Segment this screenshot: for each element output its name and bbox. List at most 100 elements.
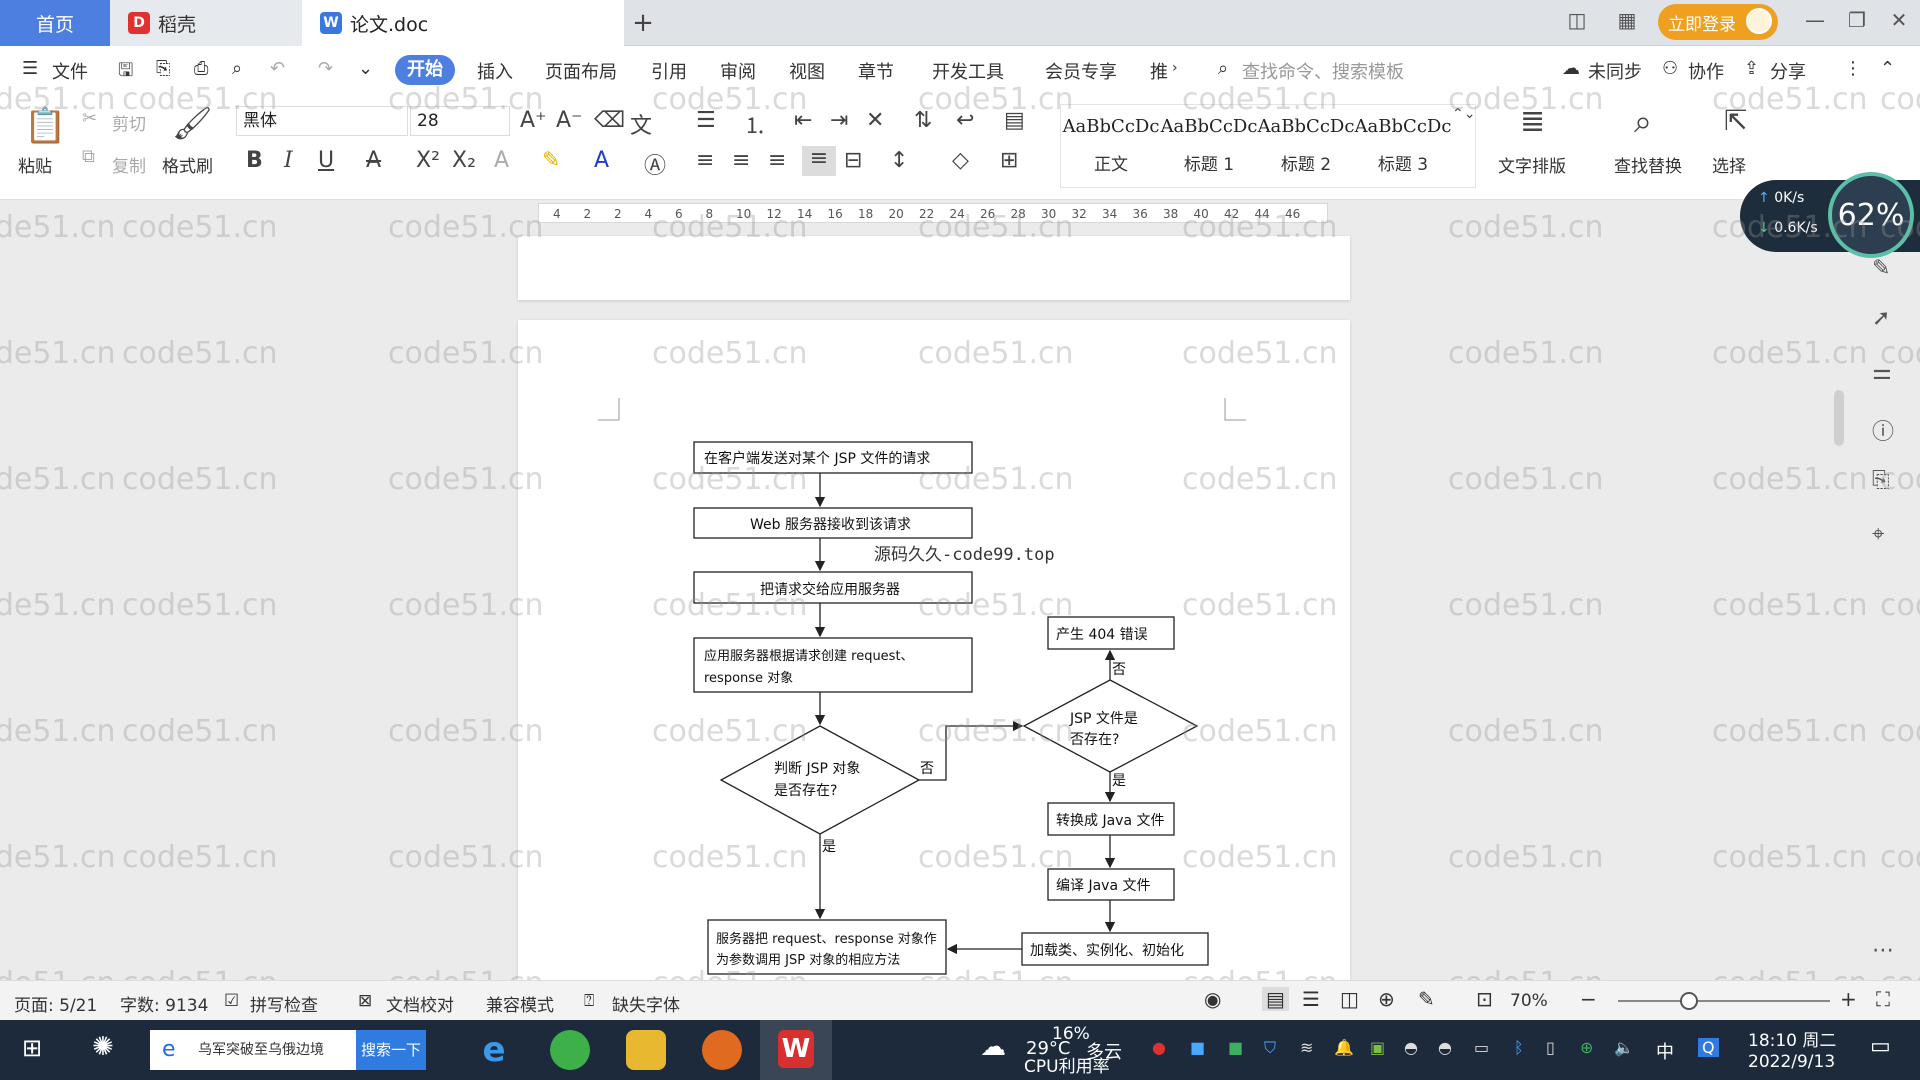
more-side-icon[interactable]: ⋯ xyxy=(1872,938,1894,963)
menu-icon[interactable]: ☰ xyxy=(22,58,38,79)
borders-icon[interactable]: ⊞ xyxy=(1000,148,1018,173)
superscript-icon[interactable]: X² xyxy=(416,148,440,173)
line-spacing-icon[interactable]: ↕ xyxy=(890,148,908,173)
strikethrough-icon[interactable]: A xyxy=(366,148,381,173)
highlight-icon[interactable]: ✎ xyxy=(542,148,560,173)
tab-home[interactable]: 首页 xyxy=(0,0,110,46)
redo-icon[interactable]: ↷ xyxy=(318,58,333,79)
paragraph-mark-icon[interactable]: ↩ xyxy=(956,108,974,133)
subscript-icon[interactable]: X₂ xyxy=(452,148,476,173)
action-center-icon[interactable]: ▭ xyxy=(1870,1034,1891,1059)
export-pdf-icon[interactable]: ⎘ xyxy=(156,58,170,79)
settings-sliders-icon[interactable]: ⚌ xyxy=(1872,360,1892,385)
zoom-out-icon[interactable]: − xyxy=(1580,987,1597,1011)
wifi-icon[interactable]: ≋ xyxy=(1300,1038,1313,1057)
bluetooth-icon[interactable]: ᛒ xyxy=(1514,1038,1524,1057)
tab-start[interactable]: 开始 xyxy=(395,55,455,85)
shrink-font-icon[interactable]: A⁻ xyxy=(556,108,583,133)
nvidia-icon[interactable]: ▣ xyxy=(1370,1038,1385,1057)
grow-font-icon[interactable]: A⁺ xyxy=(520,108,547,133)
command-search-input[interactable]: 查找命令、搜索模板 xyxy=(1242,58,1404,84)
table-tools-icon[interactable]: ▤ xyxy=(1004,108,1025,133)
zoom-level[interactable]: 70% xyxy=(1510,991,1548,1011)
windows-start-icon[interactable]: ⊞ xyxy=(22,1034,42,1062)
layout-toggle-icon[interactable]: ◫ xyxy=(1562,8,1592,32)
shield-icon[interactable]: ⛉ xyxy=(1264,1038,1276,1058)
pinyin-icon[interactable]: 文 xyxy=(630,108,652,140)
tray-plus-icon[interactable]: ⊕ xyxy=(1580,1038,1593,1057)
ie-browser-icon[interactable]: e xyxy=(474,1030,514,1070)
print-icon[interactable]: ⎙ xyxy=(194,58,208,79)
eye-protection-icon[interactable]: ◉ xyxy=(1204,987,1221,1011)
paste-icon[interactable]: 📋 xyxy=(24,106,66,146)
tray-app-red-icon[interactable]: ● xyxy=(1152,1038,1166,1057)
quick-access-dropdown-icon[interactable]: ⌄ xyxy=(358,58,373,79)
style-heading3-preview[interactable]: AaBbCcDc xyxy=(1354,116,1452,137)
edit-pen-icon[interactable]: ✎ xyxy=(1872,256,1890,281)
fit-page-icon[interactable]: ⊡ xyxy=(1476,987,1493,1011)
cursor-icon[interactable]: ➚ xyxy=(1872,306,1890,331)
tab-file[interactable]: 文件 xyxy=(52,58,88,84)
distribute-icon[interactable]: ⊟ xyxy=(844,148,862,173)
italic-icon[interactable]: I xyxy=(284,148,293,173)
collapse-ribbon-icon[interactable]: ⌃ xyxy=(1880,58,1895,79)
find-replace-icon[interactable]: ⌕ xyxy=(1634,102,1652,141)
style-heading2[interactable]: 标题 2 xyxy=(1257,150,1355,175)
reading-view-icon[interactable]: ◫ xyxy=(1340,987,1359,1011)
web-view-icon[interactable]: ⊕ xyxy=(1378,987,1395,1011)
proofread-button[interactable]: 文档校对 xyxy=(386,991,454,1016)
style-heading2-preview[interactable]: AaBbCcDc xyxy=(1257,116,1355,137)
select-button[interactable]: 选择 xyxy=(1712,152,1746,177)
outline-view-icon[interactable]: ☰ xyxy=(1302,987,1320,1011)
clock-time[interactable]: 18:10 周二 xyxy=(1748,1026,1836,1051)
tab-document[interactable]: W 论文.doc xyxy=(302,0,624,46)
decrease-indent-icon[interactable]: ⇤ xyxy=(794,108,812,133)
file-explorer-icon[interactable] xyxy=(626,1030,666,1070)
select-cursor-icon[interactable]: ⇱ xyxy=(1724,104,1747,137)
clear-format-icon[interactable]: ⌫ xyxy=(594,108,625,133)
font-color-icon[interactable]: A xyxy=(594,148,609,173)
style-normal[interactable]: 正文 xyxy=(1062,150,1160,175)
tab-daoke[interactable]: D 稻壳 xyxy=(110,0,302,46)
usb-icon[interactable]: ▯ xyxy=(1546,1038,1555,1057)
paste-button[interactable]: 粘贴 xyxy=(18,152,52,177)
volume-icon[interactable]: 🔈 xyxy=(1614,1038,1634,1057)
zoom-slider[interactable] xyxy=(1618,992,1830,1010)
browser-green-icon[interactable] xyxy=(550,1030,590,1070)
battery-icon[interactable]: ▭ xyxy=(1474,1038,1489,1057)
style-scroll-icon[interactable]: ⌃⌄ xyxy=(1452,106,1475,122)
font-family-select[interactable]: 黑体 xyxy=(236,106,408,136)
align-left-icon[interactable]: ≡ xyxy=(696,148,714,173)
compass-icon[interactable]: ⌖ xyxy=(1872,522,1884,547)
format-painter-button[interactable]: 格式刷 xyxy=(162,152,213,177)
underline-icon[interactable]: U xyxy=(318,148,334,173)
tab-insert[interactable]: 插入 xyxy=(477,58,513,84)
increase-indent-icon[interactable]: ⇥ xyxy=(830,108,848,133)
bold-icon[interactable]: B xyxy=(246,148,263,173)
tab-page-layout[interactable]: 页面布局 xyxy=(545,58,617,84)
save-icon[interactable]: 🖫 xyxy=(118,58,133,88)
text-effect-icon[interactable]: A xyxy=(494,148,509,173)
tab-chapter[interactable]: 章节 xyxy=(858,58,894,84)
backup-icon[interactable]: ⎘ xyxy=(1872,468,1890,493)
qq-icon[interactable]: ◓ xyxy=(1404,1038,1418,1057)
style-heading1[interactable]: 标题 1 xyxy=(1160,150,1258,175)
document-page-previous[interactable] xyxy=(518,236,1350,300)
text-layout-button[interactable]: 文字排版 xyxy=(1498,152,1566,177)
input-method-icon[interactable]: Q xyxy=(1698,1038,1719,1057)
chinese-layout-icon[interactable]: ✕ xyxy=(866,108,884,133)
align-center-icon[interactable]: ≡ xyxy=(732,148,750,173)
help-icon[interactable]: ⓘ xyxy=(1872,414,1894,446)
sort-icon[interactable]: ⇅ xyxy=(914,108,932,133)
wps-taskbar-item[interactable]: W xyxy=(760,1020,832,1080)
tab-recommend[interactable]: 推 xyxy=(1150,58,1168,84)
sync-status[interactable]: 未同步 xyxy=(1588,58,1642,84)
missing-font-button[interactable]: 缺失字体 xyxy=(612,991,680,1016)
font-size-select[interactable]: 28 xyxy=(410,106,510,136)
copy-button[interactable]: 复制 xyxy=(112,152,146,177)
ruler-bar[interactable]: 4 2 2 4 6 8 10 12 14 16 18 20 22 24 26 28 30 32 34 36 38 40 42… xyxy=(538,203,1328,223)
style-heading1-preview[interactable]: AaBbCcDc xyxy=(1160,116,1258,137)
vertical-scrollbar[interactable] xyxy=(1832,240,1846,960)
undo-icon[interactable]: ↶ xyxy=(270,58,285,79)
cut-button[interactable]: 剪切 xyxy=(112,110,146,135)
